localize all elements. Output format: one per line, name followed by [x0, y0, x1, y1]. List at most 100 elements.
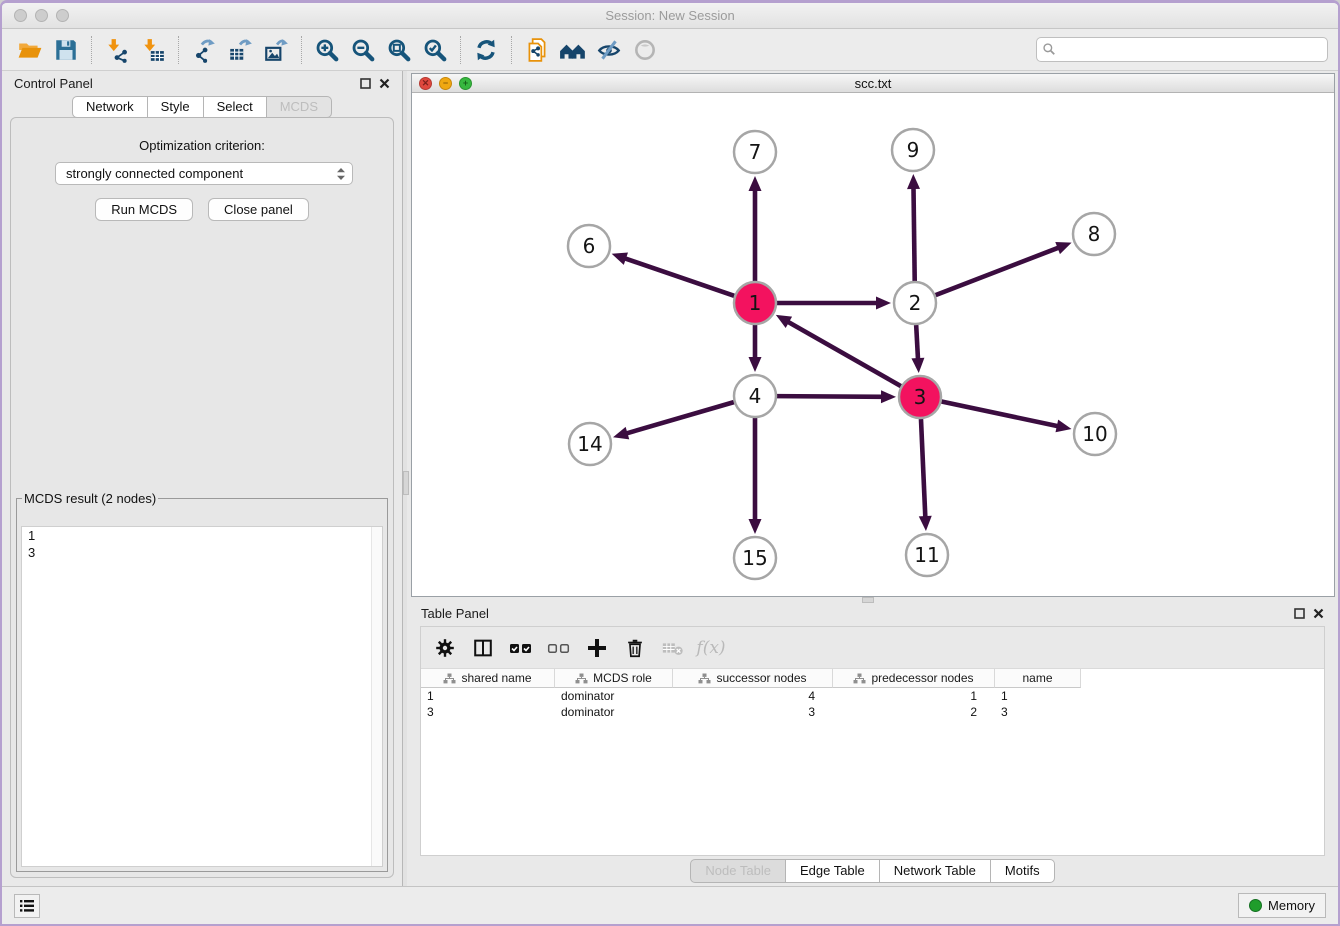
table-header-row: shared nameMCDS rolesuccessor nodes prede… [421, 669, 1324, 688]
delete-table-icon [657, 632, 689, 664]
graph-edge-arrowhead [612, 253, 628, 265]
tab-node-table[interactable]: Node Table [690, 859, 786, 883]
vertical-splitter[interactable] [402, 71, 407, 886]
table-cell[interactable]: 3 [421, 705, 555, 719]
table-cell[interactable]: 4 [673, 689, 833, 703]
table-cell[interactable]: dominator [555, 689, 673, 703]
close-table-panel-icon[interactable] [1313, 608, 1324, 619]
table-cell[interactable]: 3 [673, 705, 833, 719]
network-maximize-icon[interactable]: + [459, 77, 472, 90]
graph-edge-arrowhead [749, 357, 762, 372]
mcds-result-lines: 13 [22, 527, 382, 561]
minimize-window-icon[interactable] [35, 9, 48, 22]
table-cell[interactable]: 3 [995, 705, 1081, 719]
select-all-checkboxes-icon[interactable] [505, 632, 537, 664]
mcds-result-list[interactable]: 13 [21, 526, 383, 867]
table-row[interactable]: 1dominator411 [421, 688, 1324, 704]
column-header-predecessor-nodes[interactable]: predecessor nodes [833, 669, 995, 688]
table-row[interactable]: 3dominator323 [421, 704, 1324, 720]
result-scrollbar[interactable] [371, 527, 382, 866]
show-eye-icon[interactable] [627, 34, 663, 66]
tab-mcds[interactable]: MCDS [266, 96, 332, 118]
close-window-icon[interactable] [14, 9, 27, 22]
column-header-MCDS-role[interactable]: MCDS role [555, 669, 673, 688]
zoom-fit-icon [386, 37, 412, 63]
search-input[interactable] [1036, 37, 1328, 62]
float-table-panel-icon[interactable] [1294, 608, 1305, 619]
trash-icon[interactable] [619, 632, 651, 664]
run-mcds-button[interactable]: Run MCDS [95, 198, 193, 221]
graph-edge-4-3[interactable] [777, 396, 883, 397]
add-icon[interactable] [581, 632, 613, 664]
tab-edge-table[interactable]: Edge Table [785, 859, 880, 883]
tab-style[interactable]: Style [147, 96, 204, 118]
graph-node-label: 3 [914, 385, 927, 409]
export-network-icon[interactable] [186, 34, 222, 66]
export-image-icon[interactable] [258, 34, 294, 66]
zoom-in-icon[interactable] [309, 34, 345, 66]
control-panel-header: Control Panel [2, 71, 402, 96]
column-header-label: predecessor nodes [871, 671, 973, 685]
network-window-titlebar[interactable]: ✕ − + scc.txt [412, 74, 1334, 93]
zoom-out-icon[interactable] [345, 34, 381, 66]
save-icon[interactable] [48, 34, 84, 66]
graph-edge-3-11[interactable] [921, 419, 925, 518]
columns-icon[interactable] [467, 632, 499, 664]
import-table-icon[interactable] [135, 34, 171, 66]
network-canvas[interactable]: 7968124314101511 [412, 93, 1334, 596]
control-panel-title: Control Panel [14, 76, 93, 91]
table-cell[interactable]: dominator [555, 705, 673, 719]
column-header-name[interactable]: name [995, 669, 1081, 688]
network-close-icon[interactable]: ✕ [419, 77, 432, 90]
graph-edge-1-6[interactable] [624, 258, 734, 296]
tab-motifs[interactable]: Motifs [990, 859, 1055, 883]
export-table-icon[interactable] [222, 34, 258, 66]
close-panel-button[interactable]: Close panel [208, 198, 309, 221]
zoom-selected-icon [422, 37, 448, 63]
column-header-successor-nodes[interactable]: successor nodes [673, 669, 833, 688]
clear-checkboxes-icon[interactable] [543, 632, 575, 664]
graph-edge-arrowhead [876, 297, 891, 310]
hide-eye-icon[interactable] [591, 34, 627, 66]
copy-network-icon[interactable] [519, 34, 555, 66]
zoom-in-icon [314, 37, 340, 63]
close-panel-icon[interactable] [379, 78, 390, 89]
graph-edge-2-3[interactable] [916, 325, 918, 360]
table-body: 1dominator4113dominator323 [421, 688, 1324, 855]
table-cell[interactable]: 1 [421, 689, 555, 703]
home-icon[interactable] [555, 34, 591, 66]
table-cell[interactable]: 2 [833, 705, 995, 719]
horizontal-splitter[interactable] [407, 597, 1338, 601]
zoom-fit-icon[interactable] [381, 34, 417, 66]
tab-network[interactable]: Network [72, 96, 148, 118]
import-network-icon[interactable] [99, 34, 135, 66]
zoom-selected-icon[interactable] [417, 34, 453, 66]
memory-label: Memory [1268, 898, 1315, 913]
save-icon [53, 37, 79, 63]
network-window-title: scc.txt [855, 76, 892, 91]
tab-select[interactable]: Select [203, 96, 267, 118]
status-bar: Memory [2, 886, 1338, 924]
graph-node-label: 14 [577, 432, 602, 456]
graph-edge-2-9[interactable] [913, 187, 914, 281]
tab-network-table[interactable]: Network Table [879, 859, 991, 883]
table-cell[interactable]: 1 [995, 689, 1081, 703]
memory-button[interactable]: Memory [1238, 893, 1326, 918]
graph-edge-3-10[interactable] [942, 402, 1059, 427]
criterion-dropdown[interactable]: strongly connected component [55, 162, 353, 185]
open-folder-icon[interactable] [12, 34, 48, 66]
gear-icon[interactable] [429, 632, 461, 664]
maximize-window-icon[interactable] [56, 9, 69, 22]
graph-edge-2-8[interactable] [936, 247, 1060, 295]
graph-node-label: 1 [749, 291, 762, 315]
graph-node-label: 6 [583, 234, 596, 258]
graph-node-label: 4 [749, 384, 762, 408]
column-header-shared-name[interactable]: shared name [421, 669, 555, 688]
task-history-button[interactable] [14, 894, 40, 918]
graph-edge-3-1[interactable] [787, 321, 901, 386]
float-panel-icon[interactable] [360, 78, 371, 89]
graph-edge-4-14[interactable] [626, 402, 734, 434]
table-cell[interactable]: 1 [833, 689, 995, 703]
network-minimize-icon[interactable]: − [439, 77, 452, 90]
refresh-layout-icon[interactable] [468, 34, 504, 66]
